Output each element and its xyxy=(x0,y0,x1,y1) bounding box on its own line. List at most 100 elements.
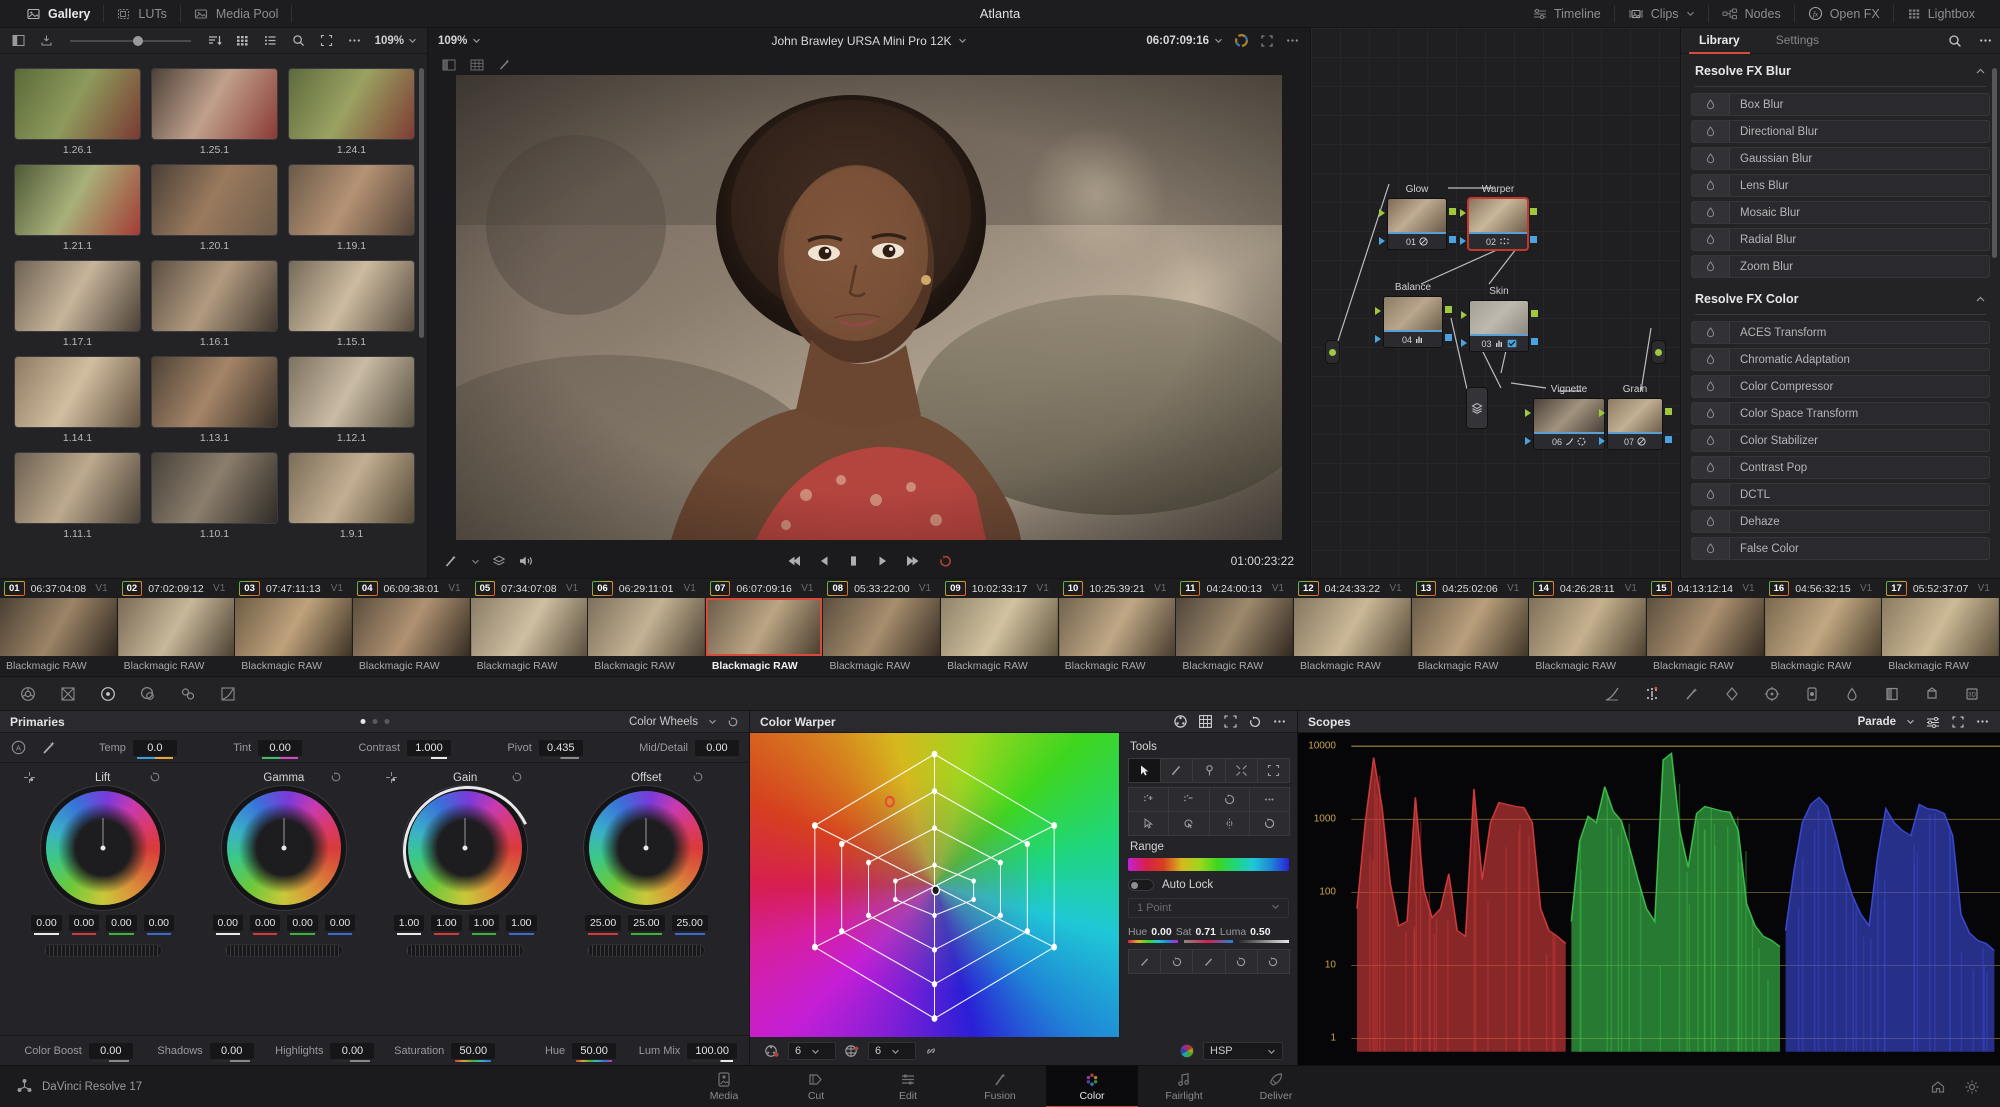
param-value[interactable]: 1.000 xyxy=(407,740,451,756)
tool-remove-point-icon[interactable] xyxy=(1168,787,1209,812)
timeline-clip-header[interactable]: 11 04:24:00:13 V1 xyxy=(1176,581,1294,596)
gallery-still[interactable]: 1.25.1 xyxy=(151,68,278,156)
node-green-input[interactable] xyxy=(1379,209,1385,217)
home-icon[interactable] xyxy=(1930,1079,1946,1095)
timeline-clip-header[interactable]: 14 04:26:28:11 V1 xyxy=(1529,581,1647,596)
node-blue-output[interactable] xyxy=(1665,436,1672,443)
library-scrollbar[interactable] xyxy=(1992,68,1997,258)
gallery-still-image[interactable] xyxy=(151,356,278,428)
timeline-clip-header[interactable]: 03 07:47:11:13 V1 xyxy=(235,581,353,596)
stereo-3d-button[interactable]: 3D xyxy=(1952,680,1992,708)
tool-select-arrow-icon[interactable] xyxy=(1128,758,1161,783)
page-tab-fairlight[interactable]: Fairlight xyxy=(1138,1066,1230,1107)
timeline-clip-thumbnail[interactable] xyxy=(471,598,589,656)
fx-list-item[interactable]: Radial Blur xyxy=(1691,228,1990,251)
node-blue-output[interactable] xyxy=(1449,236,1456,243)
param-value[interactable]: 0.00 xyxy=(89,1043,133,1059)
panel-toggle-nodes[interactable]: Nodes xyxy=(1709,0,1794,28)
fx-group-header[interactable]: Resolve FX Blur xyxy=(1691,54,1990,84)
layer-mixer-node[interactable] xyxy=(1466,387,1488,429)
key-button[interactable] xyxy=(1872,680,1912,708)
tab-settings[interactable]: Settings xyxy=(1758,28,1837,54)
wheel-channel-value[interactable]: 0.00 xyxy=(31,915,61,931)
wheel-master-slider[interactable] xyxy=(44,944,162,957)
wheel-reset-icon[interactable] xyxy=(149,771,161,783)
wheel-channel-value[interactable]: 0.00 xyxy=(250,915,280,931)
wheel-center-dot[interactable] xyxy=(644,846,649,851)
param-shadows[interactable]: Shadows 0.00 xyxy=(133,1043,254,1059)
tool-mirror-icon[interactable] xyxy=(1209,811,1250,836)
gallery-still-image[interactable] xyxy=(14,356,141,428)
gallery-still-image[interactable] xyxy=(14,68,141,140)
wheel-center-dot[interactable] xyxy=(281,846,286,851)
timeline-clip-thumbnail[interactable] xyxy=(1765,598,1883,656)
gallery-still[interactable]: 1.13.1 xyxy=(151,356,278,444)
sizing-button[interactable] xyxy=(1912,680,1952,708)
gallery-still[interactable]: 1.20.1 xyxy=(151,164,278,252)
tool-brush-icon[interactable] xyxy=(1160,758,1193,783)
auto-balance-icon[interactable]: A xyxy=(10,739,27,756)
fx-list-item[interactable]: Box Blur xyxy=(1691,93,1990,116)
timeline-clip-header[interactable]: 02 07:02:09:12 V1 xyxy=(118,581,236,596)
hue-value[interactable]: 0.00 xyxy=(1151,926,1171,938)
skip-to-end-icon[interactable] xyxy=(905,554,922,568)
param-temp[interactable]: Temp 0.0 xyxy=(99,740,177,756)
power-windows-button[interactable] xyxy=(1712,680,1752,708)
wheel-channel-value[interactable]: 0.00 xyxy=(325,915,355,931)
gallery-still[interactable]: 1.15.1 xyxy=(288,260,415,348)
param-value[interactable]: 0.00 xyxy=(210,1043,254,1059)
gallery-still-image[interactable] xyxy=(14,452,141,524)
param-pivot[interactable]: Pivot 0.435 xyxy=(507,740,582,756)
page-tab-deliver[interactable]: Deliver xyxy=(1230,1066,1322,1107)
node-glow[interactable]: Glow 01 xyxy=(1387,198,1447,250)
timeline-clip-header[interactable]: 04 06:09:38:01 V1 xyxy=(353,581,471,596)
fx-list-item[interactable]: Mosaic Blur xyxy=(1691,201,1990,224)
primaries-mode-select[interactable]: Color Wheels xyxy=(629,716,698,728)
step-backward-icon[interactable] xyxy=(818,554,831,568)
wheel-dial[interactable] xyxy=(408,791,522,905)
node-balance[interactable]: Balance 04 xyxy=(1383,296,1443,348)
fx-list-item[interactable]: ACES Transform xyxy=(1691,321,1990,344)
tool-pin-icon[interactable] xyxy=(1192,758,1225,783)
tracker-button[interactable] xyxy=(1752,680,1792,708)
panel-toggle-clips[interactable]: Clips xyxy=(1615,0,1708,28)
gallery-still[interactable]: 1.16.1 xyxy=(151,260,278,348)
tool-pointer-select-icon[interactable] xyxy=(1128,811,1169,836)
import-stills-button[interactable] xyxy=(32,30,60,52)
split-view-button[interactable] xyxy=(4,30,32,52)
param-lum-mix[interactable]: Lum Mix 100.00 xyxy=(616,1043,737,1059)
param-value[interactable]: 100.00 xyxy=(687,1043,737,1059)
gallery-still-image[interactable] xyxy=(151,260,278,332)
playhead-timecode[interactable]: 01:00:23:22 xyxy=(1231,554,1294,568)
hue-reset-icon[interactable] xyxy=(1160,949,1193,974)
fx-list-item[interactable]: DCTL xyxy=(1691,483,1990,506)
page-tab-edit[interactable]: Edit xyxy=(862,1066,954,1107)
timeline-clip-header[interactable]: 17 05:52:37:07 V1 xyxy=(1882,581,2000,596)
curves-button[interactable] xyxy=(208,680,248,708)
timeline-clip-header[interactable]: 12 04:24:33:22 V1 xyxy=(1294,581,1412,596)
page-tab-color[interactable]: Color xyxy=(1046,1066,1138,1107)
param-mid-detail[interactable]: Mid/Detail 0.00 xyxy=(639,740,739,756)
timeline-clip-thumbnail[interactable] xyxy=(1059,598,1177,656)
wheel-channel-value[interactable]: 0.00 xyxy=(213,915,243,931)
luma-value[interactable]: 0.50 xyxy=(1250,926,1270,938)
wheel-channel-value[interactable]: 1.00 xyxy=(506,915,536,931)
scopes-fullscreen-icon[interactable] xyxy=(1951,715,1965,729)
blur-button[interactable] xyxy=(1832,680,1872,708)
timeline-clip-header[interactable]: 07 06:07:09:16 V1 xyxy=(706,581,824,596)
grid-view-button[interactable] xyxy=(229,30,257,52)
motion-effects-button[interactable] xyxy=(168,680,208,708)
timeline-clip-thumbnail[interactable] xyxy=(118,598,236,656)
node-blue-output[interactable] xyxy=(1445,334,1452,341)
node-output-port[interactable] xyxy=(1651,340,1666,364)
wheel-channel-value[interactable]: 0.00 xyxy=(144,915,174,931)
wheel-channel-value[interactable]: 0.00 xyxy=(287,915,317,931)
sat-pick-icon[interactable] xyxy=(1192,949,1225,974)
scopes-graph[interactable]: 10000 1000 100 10 1 xyxy=(1298,733,2000,1065)
panel-toggle-gallery[interactable]: Gallery xyxy=(14,0,103,28)
wheel-channel-value[interactable]: 1.00 xyxy=(394,915,424,931)
param-saturation[interactable]: Saturation 50.00 xyxy=(374,1043,495,1059)
gallery-still[interactable]: 1.10.1 xyxy=(151,452,278,540)
split-screen-icon[interactable] xyxy=(442,59,456,71)
fullscreen-button[interactable] xyxy=(313,30,341,52)
